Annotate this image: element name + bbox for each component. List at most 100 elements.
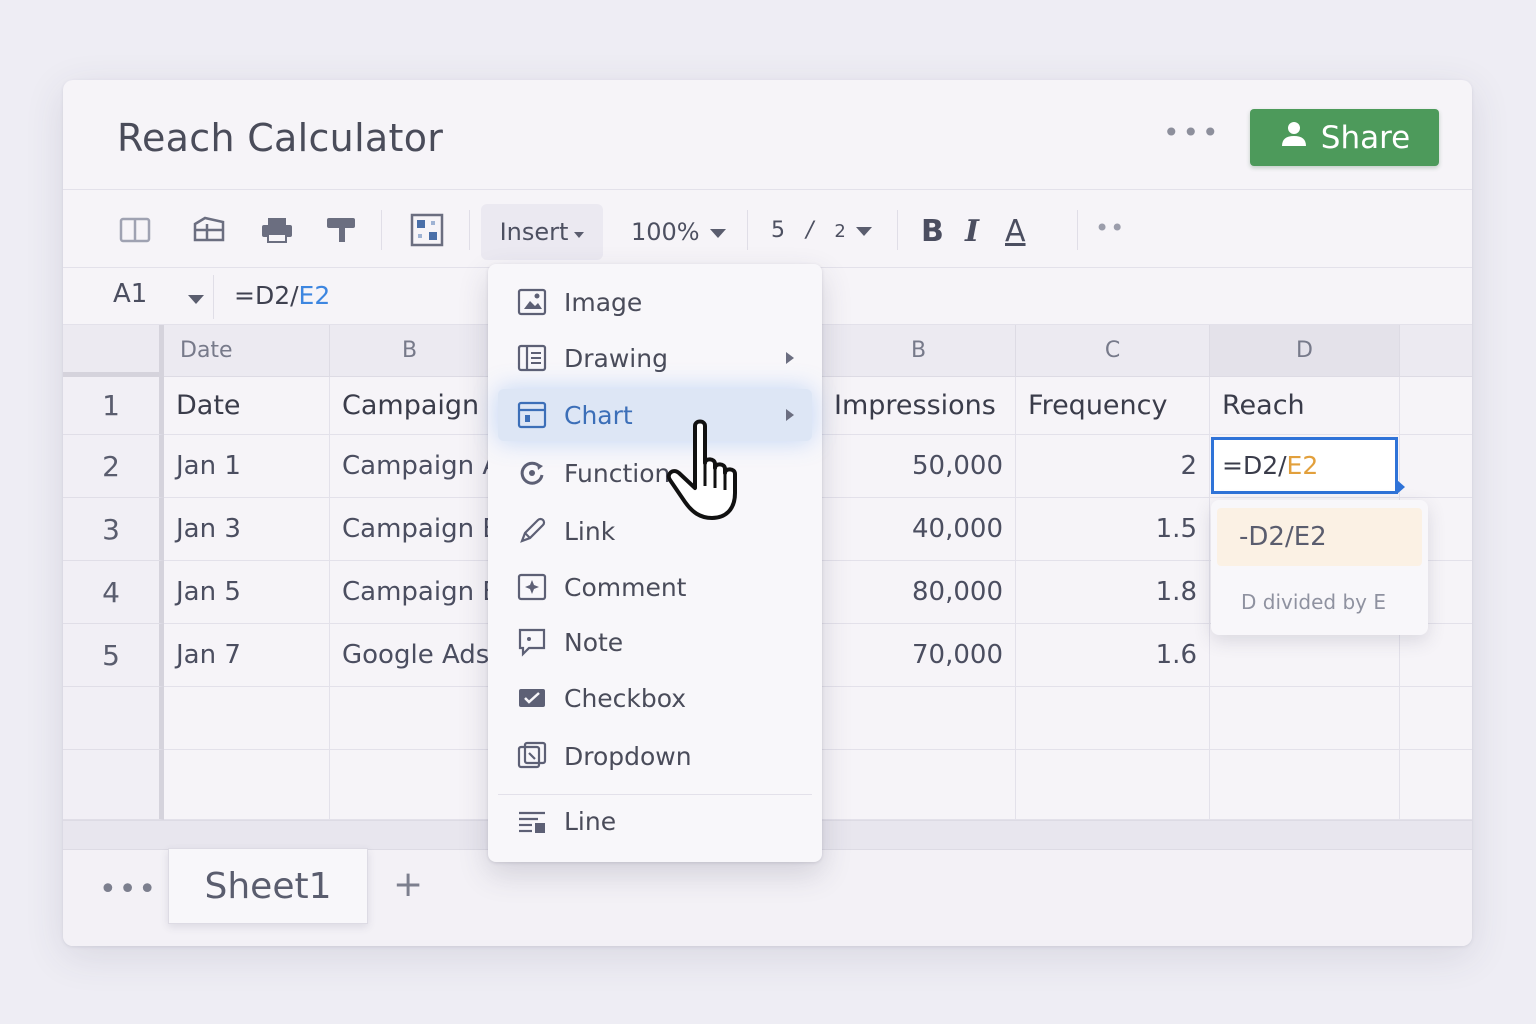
add-sheet-button[interactable]: + xyxy=(393,864,423,905)
table-cell[interactable] xyxy=(1016,687,1210,750)
menu-item-checkbox[interactable]: Checkbox xyxy=(498,672,812,724)
table-cell[interactable]: Campaign xyxy=(330,377,490,435)
table-cell[interactable]: 1.5 xyxy=(1016,498,1210,561)
menu-item-function[interactable]: Function xyxy=(498,447,812,499)
table-cell[interactable]: Jan 7 xyxy=(164,624,330,687)
insert-menu-button[interactable]: Insert xyxy=(481,204,603,260)
table-cell[interactable] xyxy=(822,750,1016,820)
page-control[interactable]: 5 / 2 xyxy=(771,218,872,243)
menu-item-label: Chart xyxy=(564,400,633,430)
table-cell[interactable]: 1.6 xyxy=(1016,624,1210,687)
menu-item-dropdown[interactable]: Dropdown xyxy=(498,730,812,782)
split-view-icon[interactable] xyxy=(117,212,153,248)
row-header[interactable]: 4 xyxy=(63,561,164,624)
column-header[interactable]: Date xyxy=(164,325,330,377)
link-icon xyxy=(516,515,548,547)
print-icon[interactable] xyxy=(259,212,295,248)
menu-item-chart[interactable]: Chart xyxy=(498,389,812,441)
row-header[interactable] xyxy=(63,687,164,750)
menu-item-comment[interactable]: Comment xyxy=(498,561,812,613)
sheet-tab[interactable]: Sheet1 xyxy=(168,848,368,924)
table-cell[interactable]: 50,000 xyxy=(822,435,1016,498)
table-cell[interactable]: Frequency xyxy=(1016,377,1210,435)
table-cell[interactable] xyxy=(330,687,490,750)
italic-button[interactable]: I xyxy=(965,214,979,249)
column-header[interactable] xyxy=(1400,325,1472,377)
menu-item-label: Image xyxy=(564,287,643,317)
more-sheets-icon[interactable]: ••• xyxy=(99,872,158,907)
comment-icon xyxy=(516,571,548,603)
bold-button[interactable]: B xyxy=(921,214,944,249)
table-cell[interactable] xyxy=(330,750,490,820)
menu-item-line[interactable]: Line xyxy=(498,795,812,847)
insert-dropdown-menu: Image Drawing Chart Function Link Commen… xyxy=(488,264,822,862)
column-header[interactable]: B xyxy=(822,325,1016,377)
table-cell[interactable]: Campaign A xyxy=(330,435,490,498)
column-header[interactable]: C xyxy=(1016,325,1210,377)
menu-item-label: Comment xyxy=(564,572,687,602)
more-options-icon[interactable]: ••• xyxy=(1163,116,1222,149)
table-cell[interactable]: Google Ads xyxy=(330,624,490,687)
table-cell[interactable] xyxy=(1400,377,1472,435)
suggestion-item[interactable]: -D2/E2 xyxy=(1217,508,1422,566)
share-label: Share xyxy=(1320,119,1411,156)
table-cell[interactable] xyxy=(1210,750,1400,820)
menu-item-note[interactable]: Note xyxy=(498,616,812,668)
text-color-button[interactable]: A xyxy=(1005,214,1026,249)
share-button[interactable]: Share xyxy=(1250,109,1439,166)
table-cell[interactable] xyxy=(1400,435,1472,498)
row-header[interactable]: 2 xyxy=(63,435,164,498)
table-cell[interactable]: Campaign B xyxy=(330,561,490,624)
formula-ref: E2 xyxy=(298,281,331,310)
menu-item-drawing[interactable]: Drawing xyxy=(498,332,812,384)
toolbar-divider xyxy=(1077,210,1078,250)
table-cell[interactable]: Date xyxy=(164,377,330,435)
table-cell[interactable]: 40,000 xyxy=(822,498,1016,561)
insert-image-icon[interactable] xyxy=(409,212,445,248)
table-cell[interactable]: Reach xyxy=(1210,377,1400,435)
formula-suggestion-popup: -D2/E2 D divided by E xyxy=(1211,500,1428,635)
table-cell[interactable] xyxy=(164,687,330,750)
table-cell[interactable]: Impressions xyxy=(822,377,1016,435)
fill-handle[interactable] xyxy=(1397,480,1405,494)
column-header[interactable]: B xyxy=(330,325,490,377)
row-header[interactable]: 1 xyxy=(63,377,164,435)
menu-item-link[interactable]: Link xyxy=(498,505,812,557)
table-cell[interactable] xyxy=(1016,750,1210,820)
page-total: 2 xyxy=(834,221,846,242)
more-tools-icon[interactable]: •• xyxy=(1095,214,1125,242)
table-cell[interactable]: Jan 1 xyxy=(164,435,330,498)
row-header[interactable]: 5 xyxy=(63,624,164,687)
document-title[interactable]: Reach Calculator xyxy=(117,116,443,160)
row-header[interactable] xyxy=(63,750,164,820)
column-header[interactable]: D xyxy=(1210,325,1400,377)
select-all-corner[interactable] xyxy=(63,325,164,377)
table-cell[interactable]: Jan 3 xyxy=(164,498,330,561)
table-cell[interactable]: 2 xyxy=(1016,435,1210,498)
table-icon[interactable] xyxy=(191,212,227,248)
table-cell[interactable]: 1.8 xyxy=(1016,561,1210,624)
suggestion-description: D divided by E xyxy=(1241,590,1386,614)
table-cell[interactable] xyxy=(822,687,1016,750)
dropdown-icon xyxy=(516,740,548,772)
row-header[interactable]: 3 xyxy=(63,498,164,561)
zoom-select[interactable]: 100% xyxy=(631,218,726,246)
chevron-down-icon xyxy=(855,226,872,236)
menu-item-label: Line xyxy=(564,806,617,836)
active-cell-editor[interactable]: =D2/E2 xyxy=(1211,437,1398,494)
table-cell[interactable] xyxy=(1210,687,1400,750)
menu-item-image[interactable]: Image xyxy=(498,276,812,328)
table-cell[interactable] xyxy=(164,750,330,820)
table-cell[interactable]: 70,000 xyxy=(822,624,1016,687)
table-cell[interactable]: Campaign B xyxy=(330,498,490,561)
chevron-down-icon[interactable] xyxy=(188,295,204,304)
drawing-icon xyxy=(516,342,548,374)
cell-reference[interactable]: A1 xyxy=(113,279,147,309)
table-cell[interactable] xyxy=(1400,687,1472,750)
formula-input[interactable]: =D2/E2 xyxy=(234,281,330,310)
paint-format-icon[interactable] xyxy=(323,212,359,248)
table-cell[interactable]: Jan 5 xyxy=(164,561,330,624)
table-cell[interactable] xyxy=(1400,750,1472,820)
table-cell[interactable]: 80,000 xyxy=(822,561,1016,624)
toolbar-divider xyxy=(381,210,382,250)
